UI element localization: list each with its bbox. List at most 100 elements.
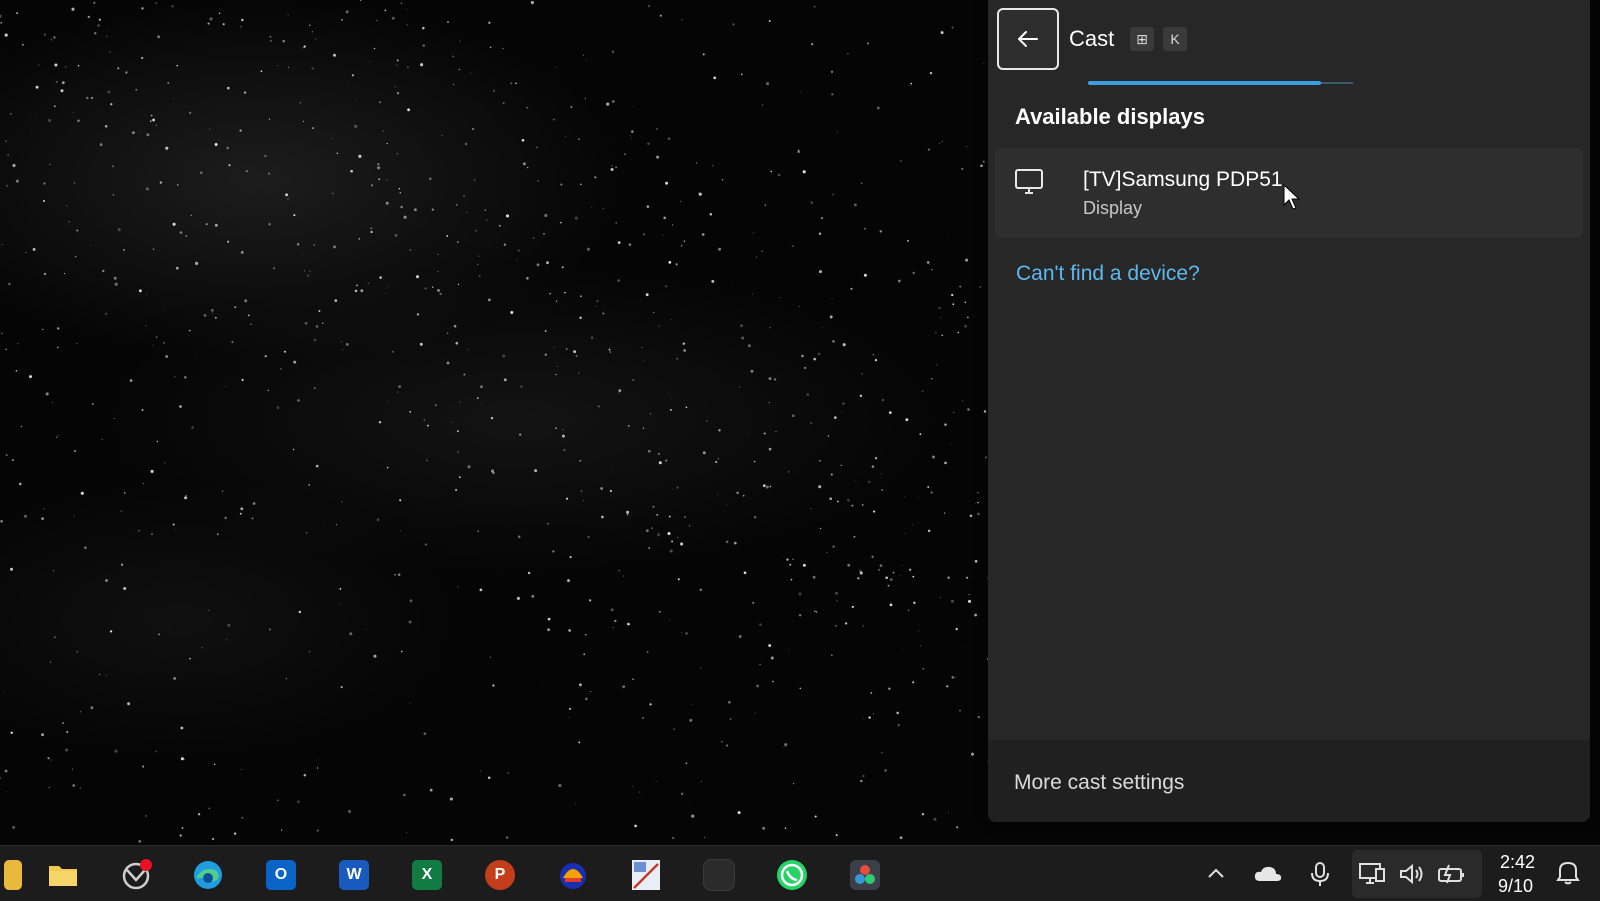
star-dot [102, 269, 105, 273]
star-dot [908, 609, 910, 611]
star-dot [490, 416, 494, 420]
star-dot [931, 269, 933, 271]
star-dot [530, 1, 534, 5]
taskbar-app-excel[interactable]: X [408, 856, 446, 894]
star-dot [394, 234, 398, 237]
star-dot [560, 183, 563, 186]
loading-progress-fill [1088, 81, 1322, 85]
star-dot [268, 118, 271, 120]
taskbar-app-powerpoint[interactable]: P [481, 856, 519, 894]
clock-date[interactable]: 9/10 [1498, 876, 1533, 897]
notifications-button[interactable] [1552, 856, 1584, 888]
taskbar-app-partial[interactable] [0, 856, 32, 894]
star-dot [280, 829, 283, 831]
star-dot [331, 137, 333, 139]
star-dot [450, 838, 453, 842]
star-dot [32, 247, 36, 251]
star-dot [544, 330, 547, 332]
taskbar-app-outlook[interactable]: O [262, 856, 300, 894]
star-dot [475, 229, 477, 232]
star-dot [451, 421, 454, 423]
star-dot [667, 531, 671, 536]
star-dot [489, 656, 491, 658]
star-dot [370, 230, 373, 234]
star-dot [267, 172, 271, 175]
star-dot [505, 836, 509, 839]
taskbar-app-copilot[interactable] [117, 856, 155, 894]
star-dot [770, 170, 773, 173]
star-dot [520, 385, 523, 388]
more-cast-settings-link[interactable]: More cast settings [1014, 771, 1184, 795]
star-dot [718, 287, 720, 288]
star-dot [611, 50, 615, 54]
star-dot [784, 743, 788, 747]
star-dot [63, 273, 66, 275]
star-dot [853, 203, 857, 207]
star-dot [311, 67, 314, 70]
star-dot [0, 21, 3, 24]
star-dot [752, 602, 755, 604]
star-dot [10, 731, 13, 734]
star-dot [580, 295, 582, 298]
star-dot [889, 603, 893, 607]
taskbar-app-10[interactable] [700, 856, 738, 894]
onedrive-button[interactable] [1252, 858, 1284, 890]
star-dot [170, 627, 171, 629]
star-dot [547, 628, 551, 632]
star-dot [146, 133, 150, 137]
quick-settings-button[interactable] [1352, 850, 1482, 898]
star-dot [373, 47, 376, 50]
star-dot [502, 102, 505, 105]
star-dot [240, 507, 244, 511]
star-dot [228, 164, 231, 167]
taskbar-app-snipping[interactable] [627, 856, 665, 894]
folder-partial-icon [4, 860, 22, 890]
star-dot [872, 353, 875, 356]
taskbar-app-file-explorer[interactable] [44, 856, 82, 894]
star-dot [315, 464, 319, 468]
taskbar-app-8[interactable] [554, 856, 592, 894]
star-dot [713, 76, 717, 80]
panel-footer: More cast settings [988, 740, 1590, 822]
star-dot [429, 788, 433, 792]
star-dot [959, 285, 962, 288]
show-hidden-icons-button[interactable] [1200, 858, 1232, 890]
star-dot [12, 459, 14, 461]
star-dot [850, 287, 853, 290]
taskbar-app-whatsapp[interactable] [773, 856, 811, 894]
star-dot [358, 238, 361, 240]
taskbar-app-davinci[interactable] [846, 856, 884, 894]
star-dot [692, 703, 693, 705]
star-dot [409, 410, 412, 413]
star-dot [718, 429, 721, 432]
star-dot [492, 89, 495, 92]
taskbar-app-word[interactable]: W [335, 856, 373, 894]
star-dot [61, 81, 65, 85]
star-dot [386, 658, 388, 660]
star-dot [252, 502, 256, 505]
star-dot [190, 214, 192, 216]
star-dot [547, 617, 551, 621]
star-dot [10, 567, 13, 571]
back-button[interactable] [997, 8, 1059, 70]
star-dot [227, 240, 230, 243]
star-dot [832, 340, 835, 343]
star-dot [768, 377, 772, 381]
copilot-icon [122, 859, 152, 890]
star-dot [429, 177, 432, 180]
star-dot [546, 261, 549, 265]
powerpoint-icon: P [485, 860, 515, 890]
clock-time[interactable]: 2:42 [1500, 852, 1535, 873]
star-dot [870, 692, 873, 694]
star-dot [522, 162, 526, 166]
star-dot [702, 53, 705, 56]
taskbar-app-edge[interactable] [189, 856, 227, 894]
star-dot [299, 101, 302, 104]
device-item-samsung[interactable]: [TV]Samsung PDP51 Display [995, 148, 1583, 238]
star-dot [847, 52, 849, 55]
cant-find-device-link[interactable]: Can't find a device? [1016, 262, 1200, 286]
star-dot [86, 96, 89, 100]
star-dot [789, 563, 792, 566]
microphone-button[interactable] [1304, 858, 1336, 890]
star-dot [89, 245, 91, 247]
